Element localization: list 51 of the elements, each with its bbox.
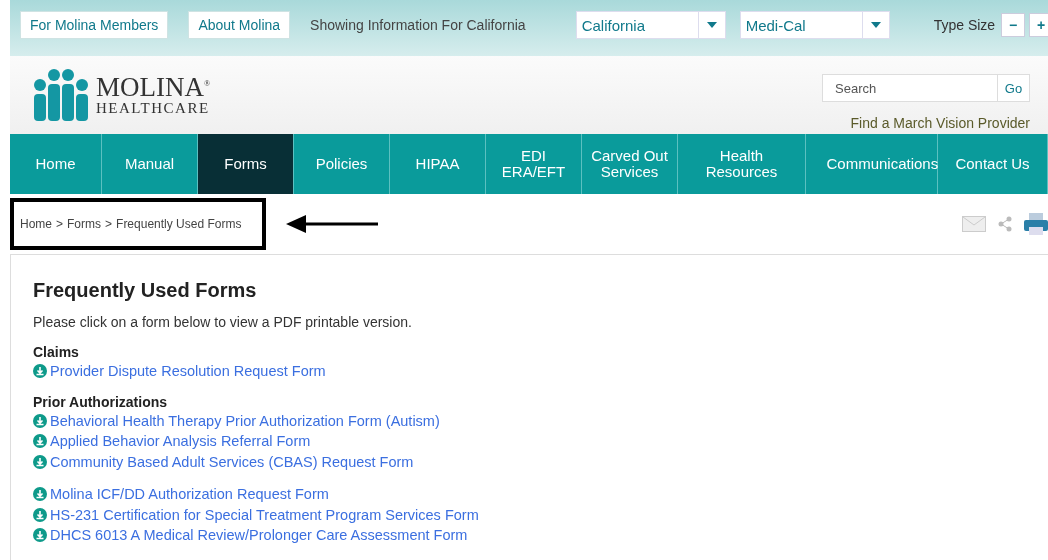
logo-subtext: HEALTHCARE <box>96 101 211 116</box>
logo[interactable]: MOLINA$^{®}$ HEALTHCARE <box>30 56 211 134</box>
increase-font-button[interactable]: + <box>1029 13 1048 37</box>
download-icon <box>33 434 47 449</box>
download-icon <box>33 487 47 502</box>
nav-tab[interactable]: Forms <box>198 134 294 194</box>
page-title: Frequently Used Forms <box>33 279 258 302</box>
nav-tab[interactable]: HIPAA <box>390 134 486 194</box>
form-link[interactable]: Behavioral Health Therapy Prior Authorization Form (Autism) <box>50 412 440 429</box>
search-field[interactable]: Search Go <box>822 74 1030 102</box>
caret-icon <box>706 22 717 28</box>
logo-text: MOLINA$^{®}$ <box>96 74 211 101</box>
download-icon <box>33 364 47 379</box>
nav-tab[interactable]: EDI ERA/EFT <box>486 134 582 194</box>
breadcrumb-link[interactable]: Forms <box>67 217 102 231</box>
nav-tab[interactable]: Contact Us <box>938 134 1048 194</box>
nav-tab[interactable]: Communications <box>806 134 938 194</box>
separator: > <box>105 217 113 231</box>
download-icon <box>33 507 47 522</box>
nav-tab[interactable]: Home <box>10 134 102 194</box>
intro-text: Please click on a form below to view a PDF printable version. <box>33 314 413 330</box>
top-link[interactable]: About Molina <box>188 11 291 39</box>
separator: > <box>56 217 64 231</box>
caret-icon <box>870 22 881 28</box>
download-icon <box>33 528 47 543</box>
download-icon <box>33 454 47 469</box>
form-link[interactable]: Applied Behavior Analysis Referral Form <box>50 433 311 450</box>
form-link[interactable]: DHCS 6013 A Medical Review/Prolonger Care Assessment Form <box>50 527 468 544</box>
nav-tab[interactable]: Health Resources <box>678 134 806 194</box>
top-link[interactable]: For Molina Members <box>20 11 169 39</box>
mail-icon[interactable] <box>962 216 986 232</box>
vision-provider-link[interactable]: Find a March Vision Provider <box>850 115 1030 131</box>
form-link[interactable]: HS-231 Certification for Special Treatment Program Services Form <box>50 506 479 523</box>
print-icon[interactable] <box>1024 213 1048 235</box>
download-icon <box>33 413 47 428</box>
form-link[interactable]: Molina ICF/DD Authorization Request Form <box>50 486 329 503</box>
dropdown[interactable]: California <box>575 11 726 39</box>
nav-tab[interactable]: Carved Out Services <box>582 134 678 194</box>
section-heading: Claims <box>33 344 80 360</box>
region-info: Showing Information For California <box>310 17 526 33</box>
section-heading: Prior Authorizations <box>33 393 169 410</box>
dropdown[interactable]: Medi-Cal <box>739 11 890 39</box>
share-icon[interactable] <box>998 216 1012 232</box>
breadcrumb-link[interactable]: Home <box>20 217 52 231</box>
form-link[interactable]: Community Based Adult Services (CBAS) Request Form <box>50 453 414 470</box>
nav-tab[interactable]: Policies <box>294 134 390 194</box>
type-size-label: Type Size <box>933 17 996 33</box>
breadcrumb-link[interactable]: Frequently Used Forms <box>116 217 242 231</box>
decrease-font-button[interactable]: − <box>1001 13 1026 37</box>
form-link[interactable]: Provider Dispute Resolution Request Form <box>50 363 326 380</box>
arrow-icon <box>286 214 378 234</box>
